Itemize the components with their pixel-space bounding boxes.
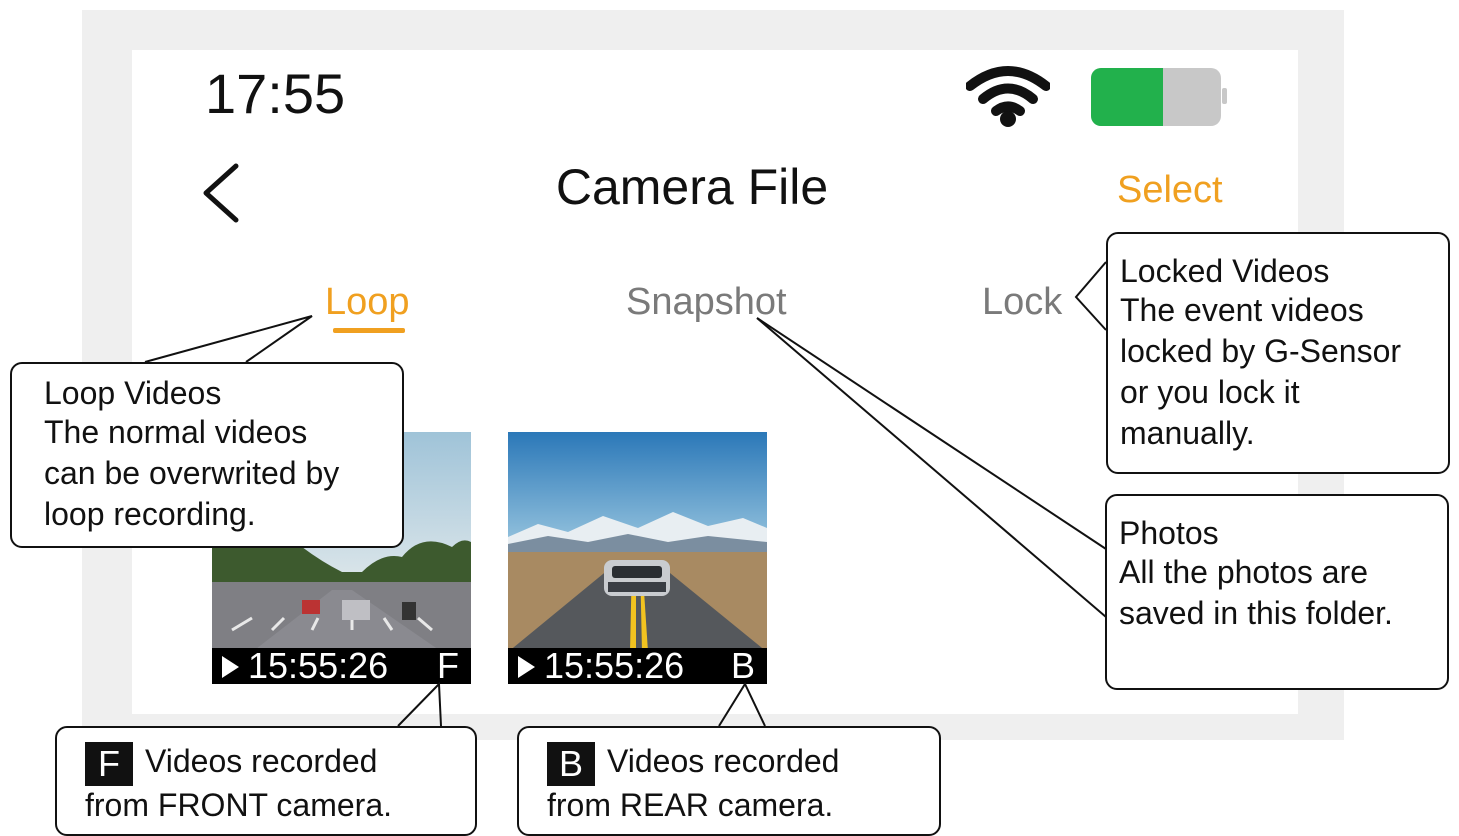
back-chevron-icon[interactable] bbox=[196, 160, 246, 226]
thumbnail-timestamp: 15:55:26 bbox=[544, 645, 685, 684]
callout-rear-camera: B Videos recorded from REAR camera. bbox=[517, 726, 941, 836]
select-button[interactable]: Select bbox=[1117, 169, 1223, 212]
play-icon bbox=[518, 656, 535, 678]
front-badge: F bbox=[85, 742, 133, 786]
camera-indicator: B bbox=[730, 645, 755, 684]
rear-badge: B bbox=[547, 742, 595, 786]
callout-text-line: F Videos recorded bbox=[85, 742, 475, 786]
callout-photos: Photos All the photos are saved in this … bbox=[1105, 494, 1449, 690]
status-time: 17:55 bbox=[205, 62, 346, 125]
callout-title: Locked Videos bbox=[1120, 253, 1330, 289]
callout-text: saved in this folder. bbox=[1119, 595, 1393, 632]
callout-loop-videos: Loop Videos The normal videos can be ove… bbox=[10, 362, 404, 548]
rear-camera-preview bbox=[508, 432, 767, 652]
callout-text: The event videos bbox=[1120, 292, 1364, 329]
callout-text: can be overwrited by bbox=[44, 455, 340, 492]
battery-icon bbox=[1091, 68, 1227, 126]
callout-text-line: B Videos recorded bbox=[547, 742, 939, 786]
callout-text: Videos recorded bbox=[607, 743, 840, 779]
thumbnail-caption-bar: 15:55:26 F bbox=[212, 648, 471, 684]
callout-text: All the photos are bbox=[1119, 554, 1369, 591]
callout-text: manually. bbox=[1120, 415, 1255, 452]
callout-text: The normal videos bbox=[44, 414, 308, 451]
wifi-icon bbox=[966, 66, 1050, 127]
thumbnail-timestamp: 15:55:26 bbox=[248, 645, 389, 684]
callout-title: Loop Videos bbox=[44, 375, 222, 411]
page-title: Camera File bbox=[555, 159, 829, 215]
callout-text: from REAR camera. bbox=[547, 787, 834, 823]
callout-text: Videos recorded bbox=[145, 743, 378, 779]
video-thumbnail-rear[interactable]: 15:55:26 B bbox=[508, 432, 767, 684]
callout-title: Photos bbox=[1119, 515, 1219, 551]
tab-snapshot[interactable]: Snapshot bbox=[626, 281, 787, 324]
camera-indicator: F bbox=[437, 645, 459, 684]
callout-text: from FRONT camera. bbox=[85, 787, 392, 823]
tab-loop-underline bbox=[333, 328, 405, 333]
callout-front-camera: F Videos recorded from FRONT camera. bbox=[55, 726, 477, 836]
thumbnail-caption-bar: 15:55:26 B bbox=[508, 648, 767, 684]
tab-lock[interactable]: Lock bbox=[982, 281, 1062, 324]
callout-text: loop recording. bbox=[44, 496, 256, 533]
callout-text: or you lock it bbox=[1120, 374, 1300, 411]
tab-loop[interactable]: Loop bbox=[325, 281, 410, 324]
play-icon bbox=[222, 656, 239, 678]
callout-text: locked by G-Sensor bbox=[1120, 333, 1402, 370]
callout-locked-videos: Locked Videos The event videos locked by… bbox=[1106, 232, 1450, 474]
